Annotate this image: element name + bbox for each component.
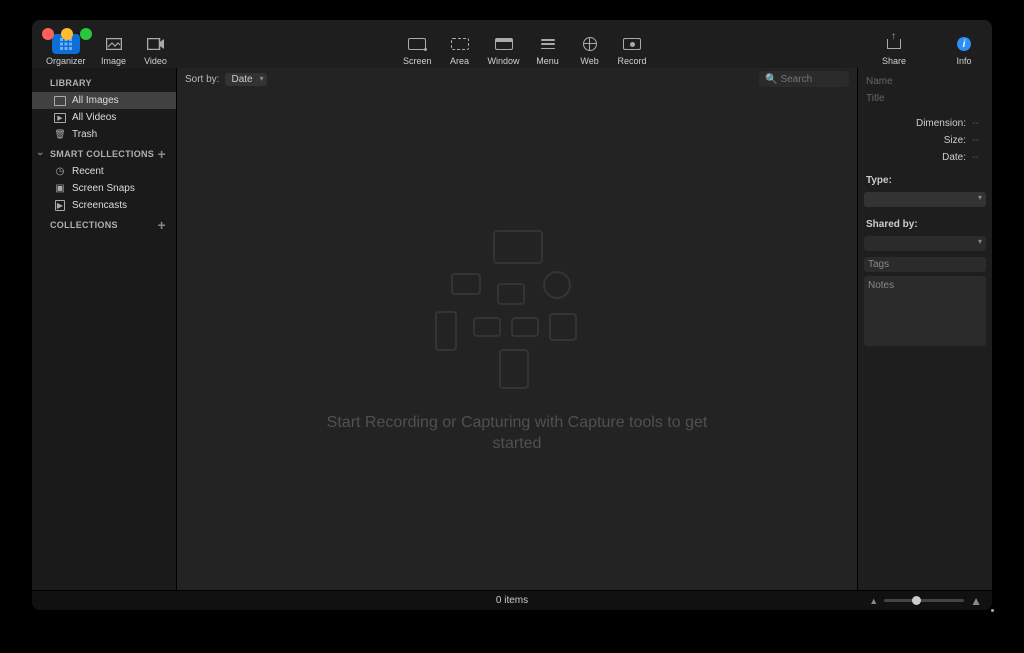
search-field[interactable]: 🔍 [759,71,849,87]
empty-canvas: Start Recording or Capturing with Captur… [177,90,857,590]
toolbar: Organizer Image Video Screen Area Window… [32,20,992,68]
status-bar: 0 items ▲ ▲ [32,590,992,610]
search-icon: 🔍 [765,74,777,85]
image-label: Image [101,56,126,66]
smart-collections-header[interactable]: SMART COLLECTIONS+ [32,143,176,163]
collections-header[interactable]: COLLECTIONS+ [32,214,176,234]
window-controls [42,28,92,40]
shared-label: Shared by: [864,217,986,232]
organizer-label: Organizer [46,56,86,66]
trash-icon [54,130,66,140]
info-button[interactable]: iInfo [944,32,984,66]
menu-icon [534,34,562,54]
area-capture-button[interactable]: Area [440,32,480,66]
item-count: 0 items [496,595,528,606]
empty-message: Start Recording or Capturing with Captur… [317,413,717,455]
right-group: Share iInfo [874,32,984,66]
share-button[interactable]: Share [874,32,914,66]
zoom-out-icon[interactable]: ▲ [869,596,878,606]
image-editor-button[interactable]: Image [94,32,134,66]
menu-capture-button[interactable]: Menu [528,32,568,66]
dimension-value: -- [972,118,984,129]
screencast-icon [54,201,66,211]
tags-field[interactable]: Tags [864,257,986,272]
size-value: -- [972,135,984,146]
screen-capture-button[interactable]: Screen [397,32,438,66]
video-icon [142,34,170,54]
placeholder-illustration [417,225,617,395]
notes-field[interactable]: Notes [864,276,986,346]
record-button[interactable]: Record [612,32,653,66]
type-select[interactable] [864,192,986,207]
sidebar-item-all-images[interactable]: All Images [32,92,176,109]
sidebar-item-recent[interactable]: Recent [32,163,176,180]
app-window: Organizer Image Video Screen Area Window… [32,20,992,610]
videos-icon [54,113,66,123]
size-label: Size: [944,135,966,146]
sort-bar: Sort by: Date 🔍 [177,68,857,90]
minimize-window-button[interactable] [61,28,73,40]
screen-icon [403,34,431,54]
zoom-in-icon[interactable]: ▲ [970,594,982,608]
add-collection-button[interactable]: + [158,220,166,230]
type-label: Type: [864,173,986,188]
main-content: Sort by: Date 🔍 Start Recording or Captu… [177,68,857,590]
library-header: LIBRARY [32,72,176,92]
date-value: -- [972,152,984,163]
share-icon [880,34,908,54]
web-capture-button[interactable]: Web [570,32,610,66]
window-icon [490,34,518,54]
sidebar-item-trash[interactable]: Trash [32,126,176,143]
shared-field[interactable] [864,236,986,251]
sidebar-item-all-videos[interactable]: All Videos [32,109,176,126]
info-icon: i [950,34,978,54]
zoom-window-button[interactable] [80,28,92,40]
info-panel: Name Title Dimension:-- Size:-- Date:-- … [857,68,992,590]
image-icon [100,34,128,54]
search-input[interactable] [780,74,843,85]
video-label: Video [144,56,167,66]
capture-group: Screen Area Window Menu Web Record [397,32,653,66]
close-window-button[interactable] [42,28,54,40]
zoom-control: ▲ ▲ [869,594,982,608]
record-icon [618,34,646,54]
dimension-label: Dimension: [916,118,966,129]
title-label: Title [866,93,885,104]
zoom-slider[interactable] [884,599,964,602]
sidebar-item-screencasts[interactable]: Screencasts [32,197,176,214]
recent-icon [54,167,66,177]
sort-label: Sort by: [185,74,219,85]
globe-icon [576,34,604,54]
snap-icon [54,184,66,194]
name-label: Name [866,76,893,87]
video-editor-button[interactable]: Video [136,32,176,66]
sort-select[interactable]: Date [225,73,266,86]
sidebar: LIBRARY All Images All Videos Trash SMAR… [32,68,177,590]
date-label: Date: [942,152,966,163]
sidebar-item-screen-snaps[interactable]: Screen Snaps [32,180,176,197]
images-icon [54,96,66,106]
window-capture-button[interactable]: Window [482,32,526,66]
add-smart-collection-button[interactable]: + [158,149,166,159]
area-icon [446,34,474,54]
